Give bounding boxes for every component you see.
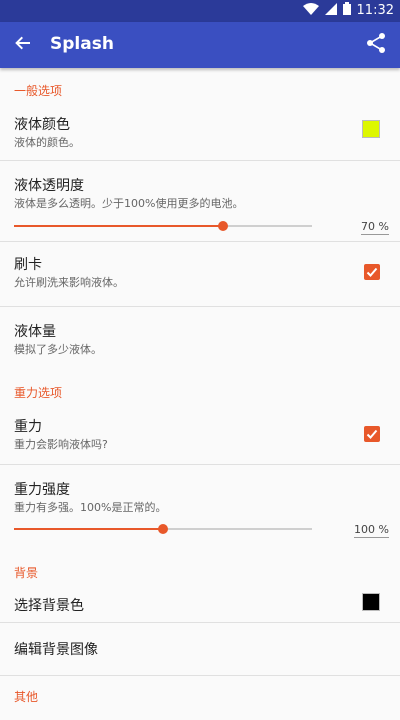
share-icon bbox=[365, 32, 387, 58]
item-subtitle: 模拟了多少液体。 bbox=[14, 343, 102, 356]
color-swatch bbox=[362, 120, 380, 138]
bg-color-item[interactable]: 选择背景色 bbox=[0, 584, 400, 622]
settings-list: 一般选项 液体颜色 液体的颜色。 液体透明度 液体是多么透明。少于100%使用更… bbox=[0, 68, 400, 720]
slider-fill bbox=[14, 528, 163, 530]
app-title: Splash bbox=[50, 34, 114, 54]
liquid-amount-item[interactable]: 液体量 模拟了多少液体。 bbox=[0, 307, 400, 367]
liquid-color-item[interactable]: 液体颜色 液体的颜色。 bbox=[0, 102, 400, 160]
item-title: 选择背景色 bbox=[14, 598, 84, 614]
item-title: 液体量 bbox=[14, 324, 56, 340]
item-subtitle: 重力有多强。100%是正常的。 bbox=[14, 501, 167, 514]
item-subtitle: 液体的颜色。 bbox=[14, 136, 80, 149]
slider-value: 100 % bbox=[354, 523, 389, 538]
check-icon bbox=[366, 263, 378, 282]
item-subtitle: 重力会影响液体吗? bbox=[14, 438, 108, 451]
battery-icon bbox=[342, 2, 351, 19]
status-bar: 11:32 bbox=[0, 0, 400, 22]
color-swatch bbox=[362, 593, 380, 611]
item-title: 液体颜色 bbox=[14, 117, 70, 133]
brush-checkbox[interactable] bbox=[364, 264, 380, 280]
slider-value: 70 % bbox=[361, 220, 389, 235]
item-subtitle: 允许刷洗来影响液体。 bbox=[14, 276, 124, 289]
gravity-strength-slider[interactable] bbox=[14, 522, 312, 536]
back-button[interactable] bbox=[8, 30, 38, 60]
item-title: 重力 bbox=[14, 419, 42, 435]
status-time: 11:32 bbox=[356, 3, 394, 18]
brush-item[interactable]: 刷卡 允许刷洗来影响液体。 bbox=[0, 242, 400, 306]
slider-fill bbox=[14, 225, 223, 227]
section-background: 背景 bbox=[14, 566, 39, 580]
gravity-strength-item: 重力强度 重力有多强。100%是正常的。 100 % bbox=[0, 465, 400, 545]
wifi-icon bbox=[302, 2, 319, 19]
gravity-checkbox[interactable] bbox=[364, 426, 380, 442]
section-gravity: 重力选项 bbox=[14, 386, 63, 400]
section-general: 一般选项 bbox=[14, 84, 63, 98]
divider bbox=[0, 675, 400, 676]
item-title: 编辑背景图像 bbox=[14, 642, 98, 658]
gravity-item[interactable]: 重力 重力会影响液体吗? bbox=[0, 404, 400, 464]
section-other: 其他 bbox=[14, 690, 39, 704]
item-title: 刷卡 bbox=[14, 257, 42, 273]
liquid-opacity-slider[interactable] bbox=[14, 219, 312, 233]
arrow-back-icon bbox=[14, 34, 32, 56]
slider-thumb[interactable] bbox=[158, 524, 168, 534]
item-title: 重力强度 bbox=[14, 482, 70, 498]
item-subtitle: 液体是多么透明。少于100%使用更多的电池。 bbox=[14, 197, 244, 210]
slider-thumb[interactable] bbox=[217, 221, 228, 231]
app-bar: Splash bbox=[0, 22, 400, 68]
liquid-opacity-item: 液体透明度 液体是多么透明。少于100%使用更多的电池。 70 % bbox=[0, 161, 400, 241]
item-title: 液体透明度 bbox=[14, 178, 84, 194]
check-icon bbox=[366, 425, 378, 444]
cell-signal-icon bbox=[324, 2, 337, 19]
bg-image-item[interactable]: 编辑背景图像 bbox=[0, 623, 400, 675]
share-button[interactable] bbox=[362, 31, 390, 59]
